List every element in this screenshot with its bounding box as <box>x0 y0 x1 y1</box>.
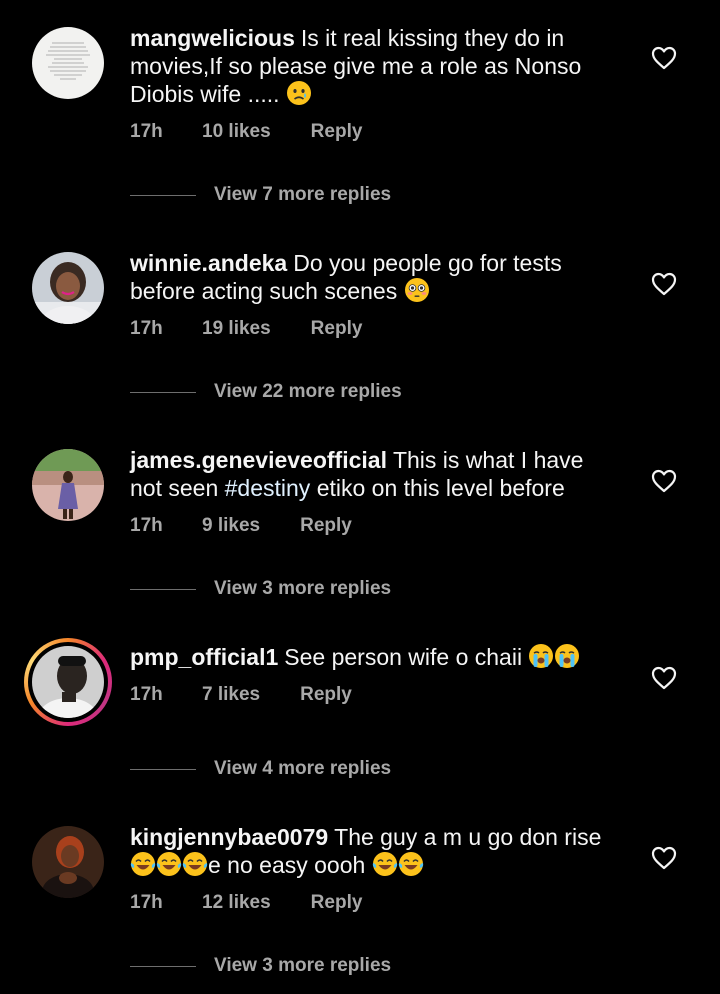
comment-text: winnie.andeka Do you people go for tests … <box>130 249 610 305</box>
comment-body: The guy a m u go don rise <box>334 824 602 850</box>
comment-text: kingjennybae0079 The guy a m u go don ris… <box>130 823 610 879</box>
reply-button[interactable]: Reply <box>300 684 352 706</box>
heart-outline-icon[interactable] <box>651 666 677 690</box>
avatar[interactable] <box>32 826 104 898</box>
reply-button[interactable]: Reply <box>311 892 363 914</box>
view-replies-button[interactable]: View 22 more replies <box>130 381 402 403</box>
comment-time: 17h <box>130 515 163 536</box>
avatar-image <box>32 826 104 898</box>
avatar-image <box>32 252 104 324</box>
heart-outline-icon[interactable] <box>651 46 677 70</box>
flushed-face-emoji <box>404 277 430 303</box>
crying-face-emoji <box>286 80 312 106</box>
avatar-image <box>32 646 104 718</box>
view-replies-button[interactable]: View 4 more replies <box>130 758 391 780</box>
comment-username[interactable]: james.genevieveofficial <box>130 447 387 473</box>
loudly-crying-face-emoji <box>528 643 554 669</box>
comment-likes[interactable]: 10 likes <box>202 121 271 143</box>
comment-text: james.genevieveofficial This is what I ha… <box>130 446 610 502</box>
reply-button[interactable]: Reply <box>300 515 352 537</box>
comment-body-continued: e no easy oooh <box>208 852 366 878</box>
tears-of-joy-emoji <box>130 851 156 877</box>
avatar <box>32 646 104 718</box>
comment-body-continued: etiko on this level before <box>316 475 565 501</box>
comment-likes[interactable]: 7 likes <box>202 684 260 706</box>
comment-meta: 17h 19 likes Reply <box>130 318 362 340</box>
comment-likes[interactable]: 9 likes <box>202 515 260 537</box>
avatar[interactable] <box>32 449 104 521</box>
tears-of-joy-emoji <box>372 851 398 877</box>
comment-time: 17h <box>130 684 163 705</box>
view-replies-button[interactable]: View 3 more replies <box>130 578 391 600</box>
heart-outline-icon[interactable] <box>651 272 677 296</box>
divider-line <box>130 965 196 967</box>
divider-line <box>130 588 196 590</box>
view-replies-label: View 3 more replies <box>214 955 392 976</box>
comment-text: mangwelicious Is it real kissing they do … <box>130 24 610 108</box>
story-ring-avatar[interactable] <box>24 638 112 726</box>
reply-button[interactable]: Reply <box>311 121 363 143</box>
comment-username[interactable]: mangwelicious <box>130 25 295 51</box>
comment-likes[interactable]: 12 likes <box>202 892 271 914</box>
view-replies-label: View 3 more replies <box>214 578 392 599</box>
comment-username[interactable]: kingjennybae0079 <box>130 824 328 850</box>
comment-meta: 17h 10 likes Reply <box>130 121 362 143</box>
avatar-image <box>32 27 104 99</box>
avatar-image <box>32 449 104 521</box>
comment-meta: 17h 9 likes Reply <box>130 515 352 537</box>
avatar[interactable] <box>32 27 104 99</box>
view-replies-button[interactable]: View 3 more replies <box>130 955 391 977</box>
comment-username[interactable]: pmp_official1 <box>130 644 278 670</box>
divider-line <box>130 391 196 393</box>
avatar[interactable] <box>32 252 104 324</box>
view-replies-button[interactable]: View 7 more replies <box>130 184 391 206</box>
reply-button[interactable]: Reply <box>311 318 363 340</box>
loudly-crying-face-emoji <box>554 643 580 669</box>
comment-meta: 17h 7 likes Reply <box>130 684 352 706</box>
comment-time: 17h <box>130 892 163 913</box>
comment-time: 17h <box>130 121 163 142</box>
view-replies-label: View 4 more replies <box>214 758 392 779</box>
tears-of-joy-emoji <box>156 851 182 877</box>
hashtag-link[interactable]: #destiny <box>225 475 311 501</box>
comment-username[interactable]: winnie.andeka <box>130 250 287 276</box>
tears-of-joy-emoji <box>398 851 424 877</box>
comment-likes[interactable]: 19 likes <box>202 318 271 340</box>
tears-of-joy-emoji <box>182 851 208 877</box>
heart-outline-icon[interactable] <box>651 846 677 870</box>
comment-text: pmp_official1 See person wife o chaii <box>130 643 610 671</box>
divider-line <box>130 194 196 196</box>
view-replies-label: View 7 more replies <box>214 184 392 205</box>
heart-outline-icon[interactable] <box>651 469 677 493</box>
comment-meta: 17h 12 likes Reply <box>130 892 362 914</box>
comment-time: 17h <box>130 318 163 339</box>
divider-line <box>130 768 196 770</box>
view-replies-label: View 22 more replies <box>214 381 402 402</box>
comment-body: See person wife o chaii <box>284 644 523 670</box>
